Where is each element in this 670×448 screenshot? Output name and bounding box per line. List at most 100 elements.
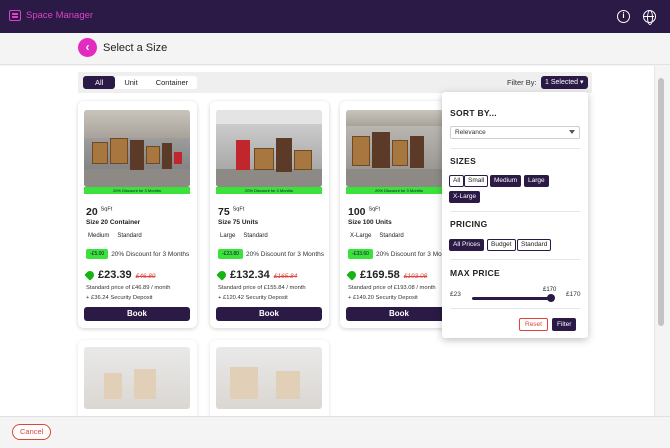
size-tags: Medium Standard	[86, 232, 144, 240]
price-tag-icon	[84, 269, 96, 281]
min-price-label: £23	[450, 291, 461, 298]
discount-banner: 20% Discount for 3 Months	[84, 187, 190, 194]
chevron-down-icon	[569, 130, 575, 134]
sizes-heading: SIZES	[450, 156, 477, 166]
price: £132.34	[230, 269, 270, 281]
discount-badge: -£33.60	[348, 249, 373, 259]
pricing-chip-budget[interactable]: Budget	[487, 239, 516, 251]
unit-type-tabs: All Unit Container	[83, 76, 198, 89]
tag-size: Large	[220, 233, 236, 239]
discount-banner: 20% Discount for 3 Months	[346, 187, 452, 194]
unit-photo	[84, 347, 190, 409]
filter-panel: SORT BY... Relevance SIZES All Small Med…	[442, 92, 588, 338]
tab-unit[interactable]: Unit	[115, 76, 146, 89]
divider	[450, 211, 580, 212]
standard-price: Standard price of £155.84 / month	[218, 285, 306, 291]
max-price-slider[interactable]	[472, 297, 552, 300]
book-button[interactable]: Book	[346, 307, 452, 321]
discount-text: 20% Discount for 3 Months	[245, 250, 325, 258]
price-row: £169.58 £193.08	[346, 269, 428, 281]
size-chip-small[interactable]: Small	[464, 175, 489, 187]
security-deposit: + £36.24 Security Deposit	[86, 295, 153, 301]
tag-type: Standard	[117, 233, 142, 239]
price-details: Standard price of £155.84 / month + £120…	[218, 283, 306, 303]
tag-size: X-Large	[350, 233, 372, 239]
price-details: Standard price of £46.89 / month + £36.2…	[86, 283, 170, 303]
standard-price: Standard price of £193.08 / month	[348, 285, 436, 291]
price: £169.58	[360, 269, 400, 281]
top-navbar: Space Manager i	[0, 0, 670, 33]
discount-text: 20% Discount for 3 Months	[111, 250, 190, 258]
unit-photo	[346, 110, 452, 187]
sqft-value: 75 SqFt	[218, 206, 245, 218]
tag-size: Medium	[88, 233, 110, 239]
size-chip-medium[interactable]: Medium	[490, 175, 522, 187]
scrollbar-thumb[interactable]	[658, 78, 664, 326]
filter-by-label: Filter By:	[507, 78, 537, 87]
tab-container[interactable]: Container	[147, 76, 198, 89]
price-tag-icon	[216, 269, 228, 281]
brand-name: Space Manager	[26, 10, 94, 21]
size-chip-all[interactable]: All	[449, 175, 465, 187]
max-price-heading: MAX PRICE	[450, 268, 500, 278]
tag-type: Standard	[243, 233, 268, 239]
page-title: Select a Size	[103, 42, 168, 54]
discount-banner: 20% Discount for 3 Months	[216, 187, 322, 194]
sort-value: Relevance	[455, 129, 486, 136]
pricing-chip-all[interactable]: All Prices	[449, 239, 485, 251]
price-row: £23.39 £46.89	[84, 269, 156, 281]
sort-heading: SORT BY...	[450, 108, 497, 118]
sqft-value: 100 SqFt	[348, 206, 381, 218]
book-button[interactable]: Book	[216, 307, 322, 321]
security-deposit: + £149.20 Security Deposit	[348, 295, 418, 301]
discount-badge: -£23.80	[218, 249, 243, 259]
book-button[interactable]: Book	[84, 307, 190, 321]
divider	[450, 148, 580, 149]
back-button[interactable]: ‹	[78, 38, 97, 57]
size-name: Size 75 Units	[218, 219, 259, 226]
globe-icon[interactable]	[643, 9, 656, 25]
sqft-value: 20 SqFt	[86, 206, 113, 218]
subheader	[0, 33, 670, 65]
discount-line: -£5.00 20% Discount for 3 Months	[86, 249, 189, 259]
size-chip-large[interactable]: Large	[524, 175, 549, 187]
slider-current-value: £170	[543, 287, 557, 293]
size-tags: X-Large Standard	[348, 232, 406, 240]
max-price-label: £170	[566, 291, 581, 298]
discount-line: -£33.60 20% Discount for 3 Months	[348, 249, 454, 259]
unit-photo	[216, 110, 322, 187]
size-name: Size 100 Units	[348, 219, 392, 226]
slider-thumb[interactable]	[547, 294, 555, 302]
size-tags: Large Standard	[218, 232, 270, 240]
discount-line: -£23.80 20% Discount for 3 Months	[218, 249, 324, 259]
reset-button[interactable]: Reset	[519, 318, 548, 331]
discount-badge: -£5.00	[86, 249, 109, 259]
price-details: Standard price of £193.08 / month + £149…	[348, 283, 436, 303]
footer	[0, 416, 670, 448]
sort-select[interactable]: Relevance	[450, 126, 580, 139]
tag-type: Standard	[379, 233, 404, 239]
apply-filter-button[interactable]: Filter	[552, 318, 577, 331]
divider	[450, 259, 580, 260]
unit-card: 20% Discount for 3 Months 20 SqFt Size 2…	[78, 101, 197, 328]
brand-logo-icon	[9, 10, 21, 21]
unit-card: 20% Discount for 3 Months 75 SqFt Size 7…	[210, 101, 329, 328]
tab-all[interactable]: All	[83, 76, 116, 89]
info-icon[interactable]: i	[617, 10, 630, 23]
old-price: £193.08	[403, 273, 428, 280]
cancel-button[interactable]: Cancel	[12, 424, 52, 440]
pricing-chip-standard[interactable]: Standard	[517, 239, 552, 251]
price-tag-icon	[346, 269, 358, 281]
brand[interactable]: Space Manager	[9, 10, 93, 21]
unit-photo	[216, 347, 322, 409]
size-chip-xlarge[interactable]: X-Large	[449, 191, 481, 203]
price-row: £132.34 £165.84	[216, 269, 298, 281]
divider	[450, 308, 580, 309]
app-window: Space Manager i ‹ Select a Size All Unit…	[0, 0, 670, 448]
security-deposit: + £120.42 Security Deposit	[218, 295, 288, 301]
pricing-heading: PRICING	[450, 219, 488, 229]
filter-dropdown-button[interactable]: 1 Selected ▾	[541, 76, 588, 89]
price: £23.39	[98, 269, 132, 281]
old-price: £46.89	[135, 273, 156, 280]
old-price: £165.84	[273, 273, 298, 280]
